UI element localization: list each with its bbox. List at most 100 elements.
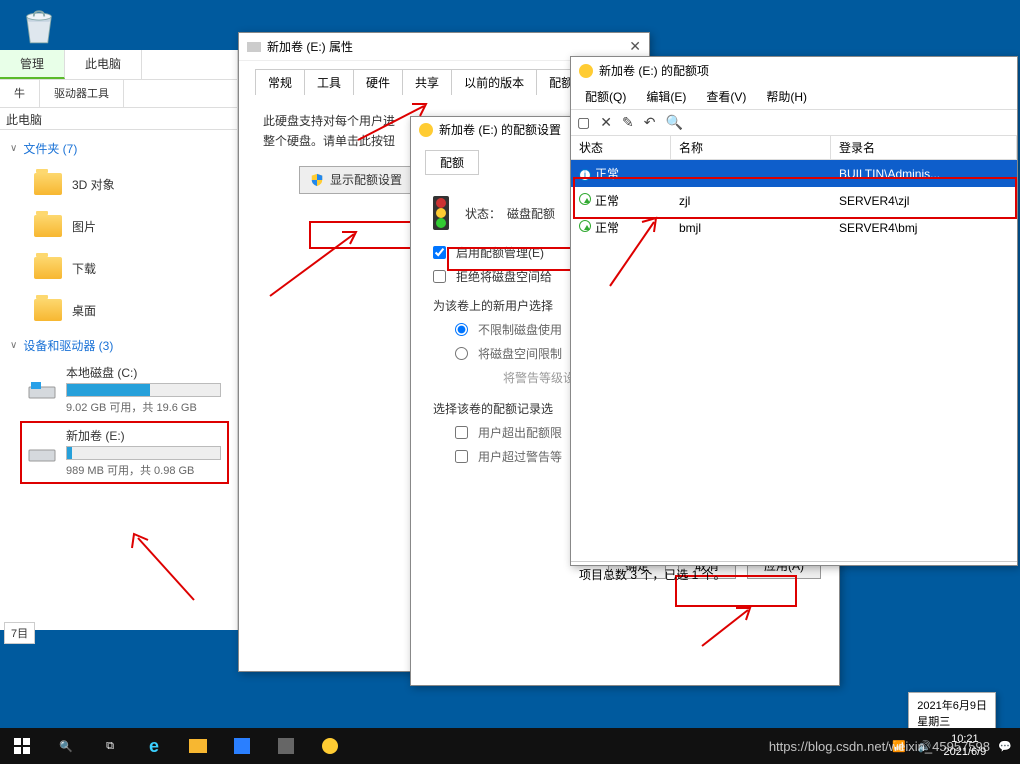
app3-button[interactable] xyxy=(308,728,352,764)
folder-icon xyxy=(34,173,62,195)
ie-button[interactable]: e xyxy=(132,728,176,764)
row3-status: 正常 xyxy=(595,221,619,235)
quota-title: 新加卷 (E:) 的配额设置 xyxy=(439,121,561,138)
qe-titlebar[interactable]: 新加卷 (E:) 的配额项 xyxy=(571,57,1017,84)
log-warn-label: 用户超过警告等 xyxy=(478,448,562,465)
show-quota-button[interactable]: 显示配额设置 xyxy=(299,166,413,194)
address-bar[interactable]: 此电脑 xyxy=(0,108,237,130)
qe-header-row: 状态 名称 登录名 xyxy=(571,136,1017,160)
quota-state-label: 状态： xyxy=(465,205,501,222)
folder-downloads[interactable]: 下载 xyxy=(0,247,237,289)
properties-title: 新加卷 (E:) 属性 xyxy=(267,38,353,55)
highlight-user-rows xyxy=(573,177,1017,219)
folder-label: 下载 xyxy=(72,260,96,277)
folders-header-label: 文件夹 (7) xyxy=(23,140,77,157)
start-button[interactable] xyxy=(0,728,44,764)
properties-icon[interactable]: ✎ xyxy=(622,114,634,131)
drives-header[interactable]: ∨设备和驱动器 (3) xyxy=(0,331,237,360)
explorer-body: ∨ 文件夹 (7) 3D 对象 图片 下载 桌面 ∨设备和驱动器 (3) 本地磁盘… xyxy=(0,130,237,490)
drive-icon xyxy=(28,444,56,462)
menu-quota[interactable]: 配额(Q) xyxy=(577,86,634,107)
folder-icon xyxy=(34,257,62,279)
qe-toolbar: ▢ ✕ ✎ ↶ 🔍 xyxy=(571,110,1017,136)
traffic-light-icon xyxy=(433,196,449,230)
find-icon[interactable]: 🔍 xyxy=(665,114,682,131)
folder-label: 3D 对象 xyxy=(72,176,115,193)
new-entry-icon[interactable]: ▢ xyxy=(577,114,590,131)
tab-general[interactable]: 常规 xyxy=(255,69,305,95)
folder-icon xyxy=(34,215,62,237)
qe-menubar: 配额(Q) 编辑(E) 查看(V) 帮助(H) xyxy=(571,84,1017,110)
ok-status-icon xyxy=(579,220,591,232)
watermark: https://blog.csdn.net/weixin_45957598 xyxy=(769,739,990,754)
quota-icon xyxy=(579,64,593,78)
explorer-panel: 管理 此电脑 牛 驱动器工具 此电脑 ∨ 文件夹 (7) 3D 对象 图片 下载 … xyxy=(0,50,238,630)
drive-e-label: 新加卷 (E:) xyxy=(66,427,221,444)
app2-button[interactable] xyxy=(264,728,308,764)
nolimit-radio[interactable] xyxy=(455,323,468,336)
tooltip-date: 2021年6月9日 xyxy=(917,697,987,713)
nolimit-label: 不限制磁盘使用 xyxy=(478,321,562,338)
quota-state-value: 磁盘配额 xyxy=(507,205,555,222)
tab-previous[interactable]: 以前的版本 xyxy=(451,69,537,95)
explorer-button[interactable] xyxy=(176,728,220,764)
folder-3d[interactable]: 3D 对象 xyxy=(0,163,237,205)
drive-c-space: 9.02 GB 可用，共 19.6 GB xyxy=(66,399,221,415)
quota-icon xyxy=(419,123,433,137)
app1-button[interactable] xyxy=(220,728,264,764)
setlimit-radio[interactable] xyxy=(455,347,468,360)
tray-notif-icon[interactable]: 💬 xyxy=(998,740,1012,753)
chevron-down-icon: ∨ xyxy=(10,143,17,154)
tab-sharing[interactable]: 共享 xyxy=(402,69,452,95)
drive-e-space: 989 MB 可用，共 0.98 GB xyxy=(66,462,221,478)
folder-label: 图片 xyxy=(72,218,96,235)
col-name[interactable]: 名称 xyxy=(671,136,831,159)
menu-edit[interactable]: 编辑(E) xyxy=(638,86,694,107)
menu-help[interactable]: 帮助(H) xyxy=(758,86,815,107)
folder-icon xyxy=(34,299,62,321)
row3-login: SERVER4\bmj xyxy=(831,218,1017,238)
chevron-down-icon: ∨ xyxy=(10,340,17,351)
col-login[interactable]: 登录名 xyxy=(831,136,1017,159)
ribbon-manage-tab[interactable]: 管理 xyxy=(0,50,65,79)
menu-view[interactable]: 查看(V) xyxy=(698,86,754,107)
tab-tools[interactable]: 工具 xyxy=(304,69,354,95)
ok-status-icon xyxy=(579,193,591,205)
tooltip-day: 星期三 xyxy=(917,713,987,729)
ribbon-thispc-tab[interactable]: 此电脑 xyxy=(65,50,142,79)
log-exceed-checkbox[interactable] xyxy=(455,426,468,439)
row3-name: bmjl xyxy=(671,218,831,238)
folder-pictures[interactable]: 图片 xyxy=(0,205,237,247)
row1-name xyxy=(671,171,831,177)
subtab-file[interactable]: 牛 xyxy=(0,80,40,107)
log-exceed-label: 用户超出配额限 xyxy=(478,424,562,441)
qe-title: 新加卷 (E:) 的配额项 xyxy=(599,62,709,79)
qe-rows: i正常 BUILTIN\Adminis... 正常 zjl SERVER4\zj… xyxy=(571,160,1017,241)
close-icon[interactable]: ✕ xyxy=(629,38,641,55)
folders-header[interactable]: ∨ 文件夹 (7) xyxy=(0,134,237,163)
tab-hardware[interactable]: 硬件 xyxy=(353,69,403,95)
status-items: 7目 xyxy=(4,622,35,644)
drive-icon xyxy=(28,381,56,399)
drive-e-bar xyxy=(66,446,221,460)
delete-icon[interactable]: ✕ xyxy=(600,114,612,131)
drive-e-selected[interactable]: 新加卷 (E:) 989 MB 可用，共 0.98 GB xyxy=(20,421,229,484)
highlight-enable-quota xyxy=(447,247,575,271)
recycle-bin-icon[interactable] xyxy=(18,6,60,48)
log-warn-checkbox[interactable] xyxy=(455,450,468,463)
undo-icon[interactable]: ↶ xyxy=(644,114,656,131)
taskview-button[interactable]: ⧉ xyxy=(88,728,132,764)
enable-quota-checkbox[interactable] xyxy=(433,246,446,259)
subtab-drive-tools[interactable]: 驱动器工具 xyxy=(40,80,124,107)
folder-desktop[interactable]: 桌面 xyxy=(0,289,237,331)
quota-entries-window: 新加卷 (E:) 的配额项 配额(Q) 编辑(E) 查看(V) 帮助(H) ▢ … xyxy=(570,56,1018,566)
col-status[interactable]: 状态 xyxy=(571,136,671,159)
search-button[interactable]: 🔍 xyxy=(44,728,88,764)
show-quota-label: 显示配额设置 xyxy=(330,170,402,190)
drive-c-bar xyxy=(66,383,221,397)
drive-c[interactable]: 本地磁盘 (C:) 9.02 GB 可用，共 19.6 GB xyxy=(0,360,237,419)
quota-tab[interactable]: 配额 xyxy=(425,150,479,175)
explorer-ribbon: 管理 此电脑 xyxy=(0,50,237,80)
folder-label: 桌面 xyxy=(72,302,96,319)
deny-space-checkbox[interactable] xyxy=(433,270,446,283)
